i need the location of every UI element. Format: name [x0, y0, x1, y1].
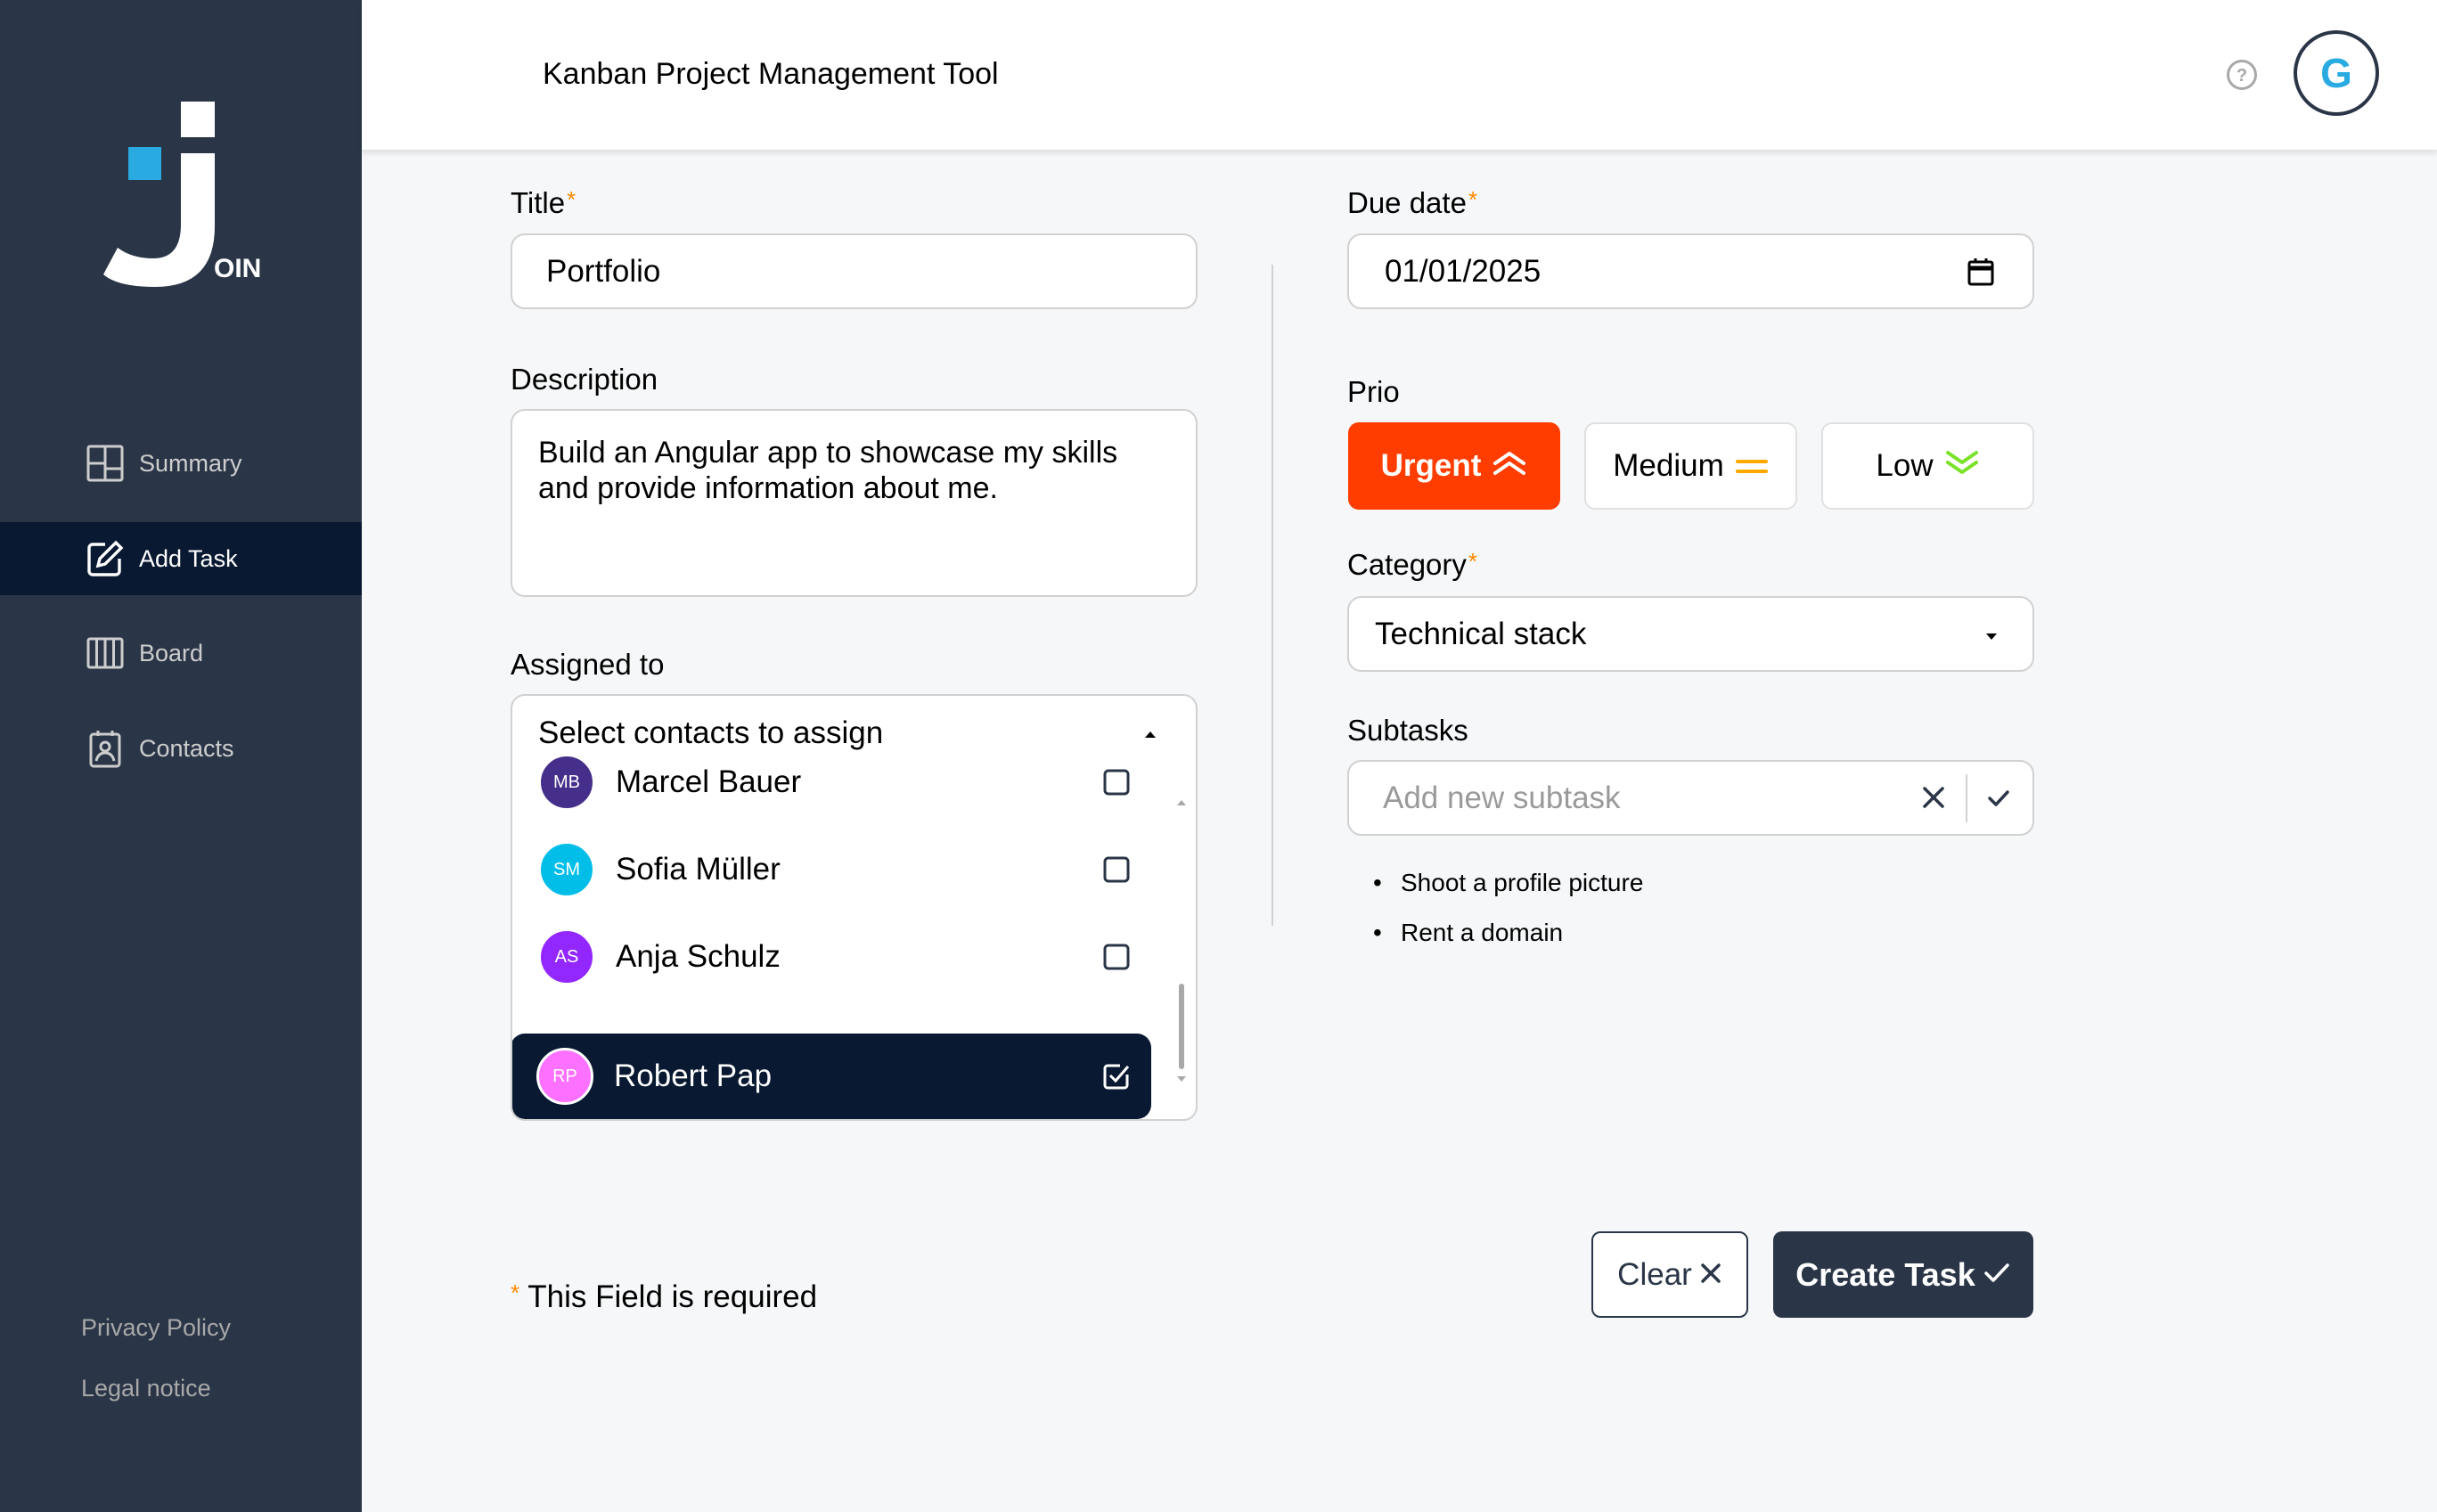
contact-row-marcel[interactable]: MB Marcel Bauer [512, 740, 1154, 825]
double-chevron-up-icon [1481, 448, 1527, 484]
join-logo[interactable]: OIN [100, 100, 261, 296]
contacts-icon [86, 729, 125, 768]
checkmark-icon[interactable] [1985, 785, 2012, 816]
subtask-input[interactable]: Add new subtask [1347, 760, 2034, 836]
clear-button[interactable]: Clear [1591, 1231, 1748, 1318]
subtask-item[interactable]: Shoot a profile picture [1373, 869, 1644, 897]
user-avatar[interactable]: G [2294, 30, 2379, 116]
close-icon[interactable] [1919, 783, 1948, 816]
contact-name: Anja Schulz [616, 939, 781, 974]
contact-avatar: AS [538, 928, 595, 985]
column-divider [1272, 265, 1273, 926]
equals-icon [1724, 448, 1769, 484]
create-task-button[interactable]: Create Task [1773, 1231, 2033, 1318]
board-icon [86, 633, 125, 673]
category-value: Technical stack [1375, 617, 1587, 651]
sidebar-item-contacts[interactable]: Contacts [0, 712, 362, 785]
sidebar-item-label: Add Task [139, 544, 238, 572]
due-date-value: 01/01/2025 [1385, 254, 1542, 289]
due-date-label: Due date* [1347, 186, 1477, 220]
calendar-icon[interactable] [1967, 257, 1995, 291]
subtask-text: Shoot a profile picture [1401, 869, 1644, 896]
prio-urgent-label: Urgent [1380, 448, 1482, 483]
contact-avatar: MB [538, 754, 595, 811]
required-asterisk: * [567, 186, 577, 213]
assigned-label: Assigned to [511, 648, 665, 681]
contact-avatar: RP [536, 1048, 593, 1105]
privacy-policy-link[interactable]: Privacy Policy [81, 1314, 231, 1342]
sidebar: OIN Summary Add Task Board Contacts Priv… [0, 0, 362, 1512]
subtask-text: Rent a domain [1401, 919, 1564, 946]
scrollbar[interactable] [1174, 797, 1189, 1095]
contact-name: Sofia Müller [616, 852, 781, 887]
svg-text:?: ? [2237, 66, 2247, 86]
prio-medium-button[interactable]: Medium [1584, 422, 1797, 510]
checkmark-icon [1975, 1256, 2011, 1294]
edit-icon [86, 539, 125, 578]
subtask-separator [1966, 774, 1967, 822]
required-note: * This Field is required [511, 1279, 817, 1315]
title-input[interactable]: Portfolio [511, 233, 1198, 309]
subtasks-label: Subtasks [1347, 714, 1468, 747]
app-title: Kanban Project Management Tool [543, 57, 999, 91]
sidebar-item-add-task[interactable]: Add Task [0, 522, 362, 595]
double-chevron-down-icon [1934, 448, 1980, 484]
subtask-item[interactable]: Rent a domain [1373, 919, 1564, 947]
category-label: Category* [1347, 548, 1477, 582]
checkbox-unchecked-icon[interactable] [1102, 768, 1131, 797]
subtask-placeholder: Add new subtask [1383, 781, 1621, 815]
sidebar-item-label: Board [139, 639, 204, 666]
logo-text: OIN [214, 254, 262, 283]
contact-row-sofia[interactable]: SM Sofia Müller [512, 827, 1154, 912]
prio-low-button[interactable]: Low [1821, 422, 2034, 510]
summary-icon [86, 444, 125, 483]
checkbox-unchecked-icon[interactable] [1102, 943, 1131, 971]
clear-button-label: Clear [1617, 1256, 1692, 1292]
sidebar-item-label: Contacts [139, 734, 234, 762]
required-asterisk: * [1468, 186, 1478, 213]
checkbox-unchecked-icon[interactable] [1102, 855, 1131, 884]
sidebar-item-label: Summary [139, 449, 242, 477]
assign-dropdown[interactable]: Select contacts to assign MB Marcel Baue… [511, 694, 1198, 1121]
required-asterisk: * [1468, 548, 1478, 575]
title-label-text: Title [511, 186, 566, 219]
title-input-value: Portfolio [546, 254, 661, 289]
category-label-text: Category [1347, 548, 1467, 581]
description-line-2: and provide information about me. [538, 471, 998, 505]
help-icon[interactable]: ? [2226, 59, 2258, 91]
sidebar-item-summary[interactable]: Summary [0, 427, 362, 500]
close-icon [1692, 1257, 1722, 1293]
caret-down-icon[interactable] [1984, 630, 1999, 646]
prio-urgent-button[interactable]: Urgent [1348, 422, 1560, 510]
contact-row-anja[interactable]: AS Anja Schulz [512, 914, 1154, 1000]
description-label: Description [511, 363, 658, 396]
contact-avatar: SM [538, 841, 595, 898]
sidebar-item-board[interactable]: Board [0, 617, 362, 690]
prio-low-label: Low [1876, 448, 1934, 483]
required-asterisk: * [511, 1279, 520, 1306]
contact-row-robert[interactable]: RP Robert Pap [512, 1034, 1151, 1119]
prio-label: Prio [1347, 375, 1400, 408]
required-note-text: This Field is required [527, 1279, 818, 1314]
contact-name: Robert Pap [614, 1058, 773, 1093]
title-label: Title* [511, 186, 576, 220]
legal-notice-link[interactable]: Legal notice [81, 1375, 211, 1402]
category-select[interactable]: Technical stack [1347, 596, 2034, 672]
due-date-label-text: Due date [1347, 186, 1467, 219]
due-date-input[interactable]: 01/01/2025 [1347, 233, 2034, 309]
description-line-1: Build an Angular app to showcase my skil… [538, 436, 1118, 470]
prio-medium-label: Medium [1613, 448, 1724, 483]
top-header: Kanban Project Management Tool ? G [362, 0, 2437, 150]
description-textarea[interactable]: Build an Angular app to showcase my skil… [511, 409, 1198, 597]
create-task-button-label: Create Task [1795, 1255, 1975, 1293]
contact-name: Marcel Bauer [616, 764, 802, 799]
checkbox-checked-icon[interactable] [1102, 1062, 1131, 1091]
